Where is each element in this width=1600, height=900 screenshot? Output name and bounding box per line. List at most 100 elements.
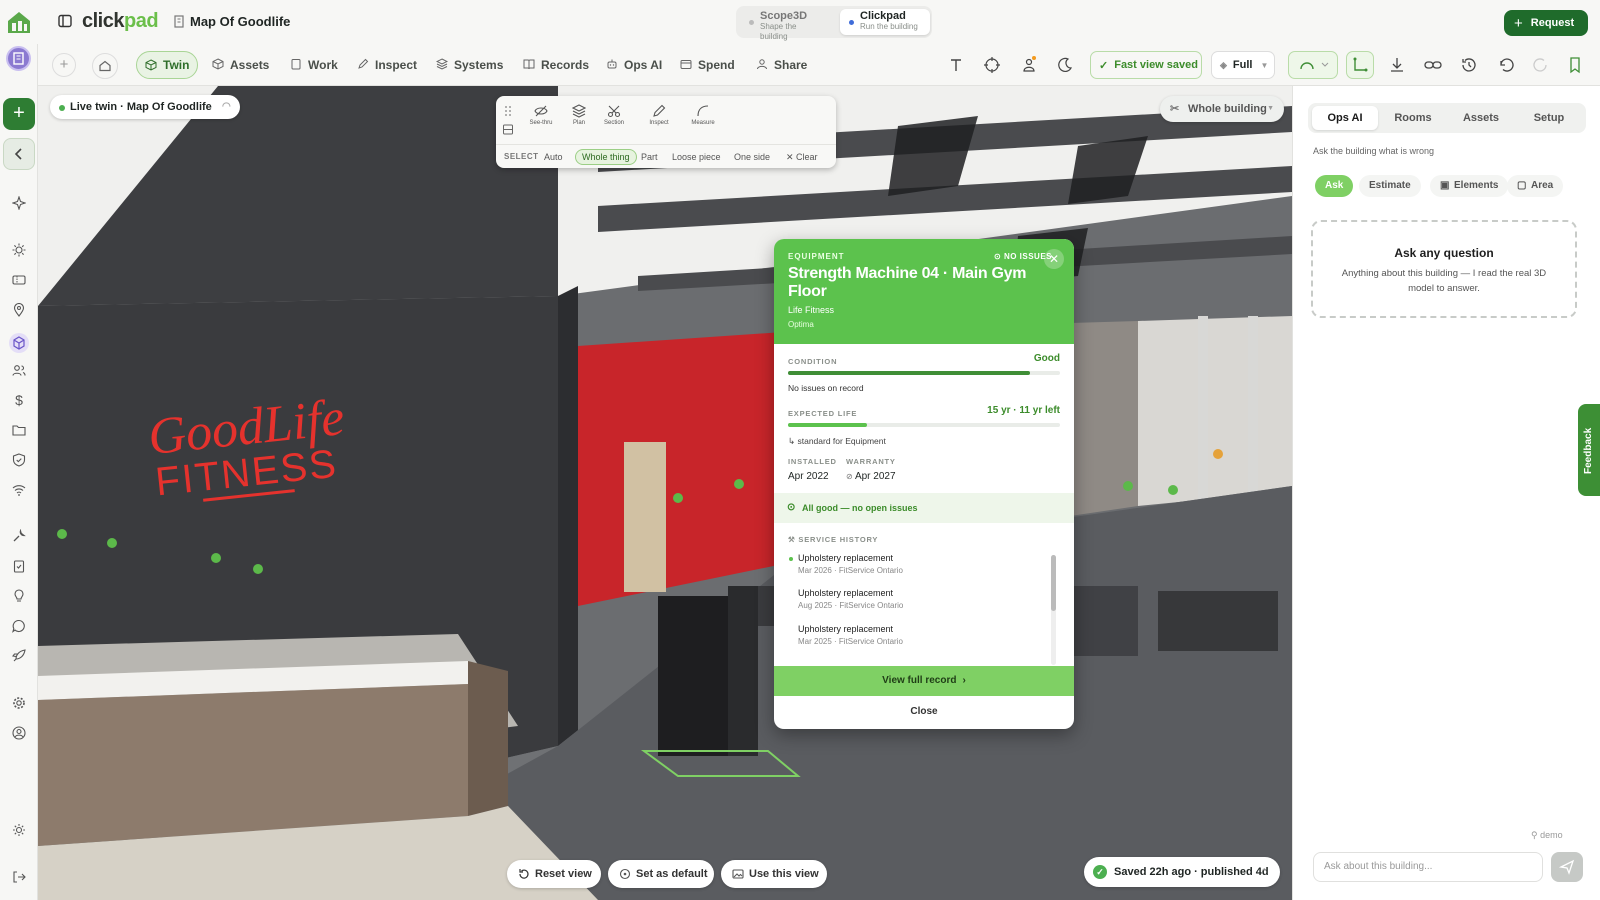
tab-spend[interactable]: Spend (672, 51, 743, 79)
tab-setup[interactable]: Setup (1516, 106, 1582, 130)
sun-icon[interactable] (12, 243, 26, 257)
performance-gauge-button[interactable] (1288, 51, 1338, 79)
scrollbar-thumb[interactable] (1051, 555, 1056, 611)
settings-gear-icon[interactable] (12, 696, 26, 710)
dollar-icon[interactable]: $ (12, 393, 26, 407)
tab-ops-ai[interactable]: Ops AI (598, 51, 670, 79)
tool-section[interactable]: Section (594, 104, 634, 126)
scope-select[interactable]: ✂ Whole building ▼ (1160, 96, 1284, 122)
rocket-icon[interactable] (12, 649, 26, 663)
tab-assets[interactable]: Assets (204, 51, 277, 79)
person-alert-icon[interactable] (1018, 54, 1040, 76)
tab-work[interactable]: Work (282, 51, 346, 79)
tab-rooms[interactable]: Rooms (1380, 106, 1446, 130)
select-part[interactable]: Part (635, 149, 664, 165)
home-icon[interactable] (92, 53, 118, 79)
history-scrollbar[interactable] (1051, 555, 1056, 665)
select-one-side[interactable]: One side (728, 149, 776, 165)
undo-icon[interactable] (1495, 54, 1517, 76)
send-button[interactable] (1551, 852, 1583, 882)
use-this-view-button[interactable]: Use this view (721, 860, 827, 888)
mode-area[interactable]: ▢ Area (1507, 175, 1564, 197)
tab-inspect[interactable]: Inspect (349, 51, 425, 79)
set-as-default-button[interactable]: Set as default (608, 860, 714, 888)
chat-icon[interactable] (12, 619, 26, 633)
render-mode-select[interactable]: ◈ Full ▼ (1211, 51, 1275, 79)
moon-icon[interactable] (1054, 54, 1076, 76)
view-full-record-button[interactable]: View full record › (774, 666, 1074, 696)
sidebar-toggle-icon[interactable] (58, 14, 72, 28)
mode-ask[interactable]: Ask (1315, 175, 1354, 197)
switch-scope3d[interactable]: Scope3D Shape the building (740, 9, 832, 41)
mode-elements[interactable]: ▣ Elements (1430, 175, 1509, 197)
theme-sun-icon[interactable] (12, 823, 26, 837)
add-button[interactable]: + (52, 53, 76, 77)
create-button[interactable]: + (3, 98, 35, 130)
path-tool-icon[interactable] (1346, 51, 1374, 79)
app-logo-icon[interactable] (6, 9, 32, 35)
reset-view-button[interactable]: Reset view (507, 860, 601, 888)
layers-icon (436, 58, 448, 70)
project-title[interactable]: Map Of Goodlife (190, 14, 290, 29)
users-icon[interactable] (12, 363, 26, 377)
brand-wordmark[interactable]: clickpad (82, 10, 159, 33)
ask-title: Ask any question (1394, 246, 1494, 260)
history-item[interactable]: Upholstery replacement Mar 2026 · FitServ… (798, 553, 903, 575)
brand-left: click (82, 10, 124, 32)
redo-icon[interactable] (1530, 54, 1552, 76)
ticket-icon[interactable] (12, 273, 26, 287)
request-button[interactable]: + Request (1504, 10, 1588, 36)
switch-clickpad[interactable]: Clickpad Run the building (840, 9, 930, 35)
user-circle-icon[interactable] (12, 726, 26, 740)
wrench-icon[interactable] (12, 529, 26, 543)
tab-systems[interactable]: Systems (428, 51, 511, 79)
history-item[interactable]: Upholstery replacement Mar 2025 · FitServ… (798, 624, 903, 646)
close-button[interactable]: Close (774, 697, 1074, 727)
history-item[interactable]: Upholstery replacement Aug 2025 · FitServ… (798, 588, 903, 610)
map-pin-icon[interactable] (12, 303, 26, 317)
crosshair-icon[interactable] (981, 54, 1003, 76)
sparkle-icon[interactable] (12, 196, 26, 210)
tool-plan[interactable]: Plan (559, 104, 599, 126)
history-icon[interactable] (1458, 54, 1480, 76)
3d-viewport[interactable]: GoodLife FITNESS Live twin · Map Of Good… (38, 86, 1292, 900)
select-auto[interactable]: Auto (538, 149, 569, 165)
folder-icon[interactable] (12, 423, 26, 437)
clear-selection-button[interactable]: ✕ Clear (780, 149, 824, 165)
collapse-button[interactable] (3, 138, 35, 170)
mode-estimate[interactable]: Estimate (1359, 175, 1421, 197)
download-icon[interactable] (1386, 54, 1408, 76)
live-twin-chip[interactable]: Live twin · Map Of Goodlife ◠ (50, 95, 240, 119)
app-switcher: Scope3D Shape the building Clickpad Run th… (736, 6, 932, 41)
select-whole-thing[interactable]: Whole thing (575, 149, 637, 165)
wifi-icon[interactable] (12, 483, 26, 497)
tab-ops-ai-panel[interactable]: Ops AI (1312, 106, 1378, 130)
text-icon[interactable] (945, 54, 967, 76)
plus-icon: + (1514, 14, 1523, 32)
feedback-tab[interactable]: Feedback (1578, 404, 1600, 496)
save-status[interactable]: ✓ Saved 22h ago · published 4d ⌃ (1084, 857, 1280, 887)
mode-elements-label: Elements (1454, 180, 1499, 191)
link-icon[interactable] (1422, 54, 1444, 76)
workspace-avatar[interactable] (6, 46, 31, 71)
tab-twin[interactable]: Twin (136, 51, 199, 79)
tool-measure[interactable]: Measure (683, 104, 723, 126)
select-loose-piece[interactable]: Loose piece (666, 149, 727, 165)
bookmark-icon[interactable] (1564, 54, 1586, 76)
fast-view-saved-button[interactable]: ✓ Fast view saved (1090, 51, 1202, 79)
tool-inspect[interactable]: Inspect (639, 104, 679, 126)
chat-input[interactable]: Ask about this building... (1313, 852, 1543, 882)
asset-model: Optima (788, 320, 814, 329)
shield-icon[interactable] (12, 453, 26, 467)
tab-records[interactable]: Records (515, 51, 597, 79)
close-icon[interactable]: ✕ (1044, 249, 1064, 269)
clipboard-check-icon[interactable] (12, 559, 26, 573)
tab-assets-panel[interactable]: Assets (1448, 106, 1514, 130)
twin-cube-icon[interactable] (9, 333, 29, 353)
lightbulb-icon[interactable] (12, 589, 26, 603)
tab-share[interactable]: Share (748, 51, 815, 79)
logout-icon[interactable] (12, 870, 26, 884)
tool-see-thru[interactable]: See-thru (521, 104, 561, 126)
drag-handle-icon[interactable] (503, 104, 513, 140)
life-label: EXPECTED LIFE (788, 409, 858, 418)
